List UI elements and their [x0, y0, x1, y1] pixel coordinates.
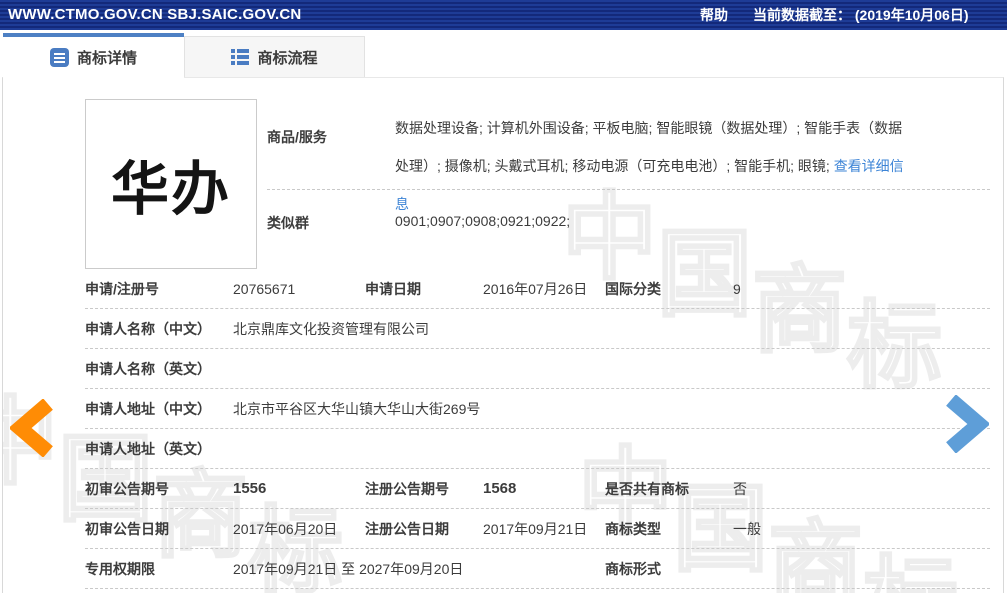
field-value: 北京鼎库文化投资管理有限公司 — [233, 309, 429, 349]
field-label: 商标类型 — [605, 509, 661, 549]
field-label: 专用权期限 — [85, 549, 155, 589]
field-value: 2016年07月26日 — [483, 269, 587, 309]
divider — [267, 189, 990, 190]
next-record-arrow[interactable] — [945, 395, 989, 453]
field-value: 一般 — [733, 509, 761, 549]
tab-detail-label: 商标详情 — [77, 47, 137, 68]
trademark-detail-page: WWW.CTMO.GOV.CN SBJ.SAIC.GOV.CN 帮助 当前数据截… — [0, 0, 1007, 593]
table-row: 申请/注册号 20765671 申请日期 2016年07月26日 国际分类 9 — [85, 269, 990, 309]
field-label: 商标形式 — [605, 549, 661, 589]
previous-record-arrow[interactable] — [10, 399, 54, 457]
similar-group-label: 类似群 — [267, 213, 309, 233]
field-value: 2017年09月21日 — [483, 509, 587, 549]
goods-services-label: 商品/服务 — [267, 127, 327, 147]
detail-panel: 中 国 商 标 中 国 商 标 中 国 商 标 商 华办 商品/服务 — [2, 77, 1004, 593]
field-value: 9 — [733, 269, 741, 309]
field-label: 申请日期 — [365, 269, 421, 309]
table-row: 申请人地址（中文） 北京市平谷区大华山镇大华山大街269号 — [85, 389, 990, 429]
chevron-right-icon — [945, 395, 989, 453]
field-label: 注册公告期号 — [365, 469, 449, 509]
field-value: 1568 — [483, 469, 516, 509]
goods-services-text: 数据处理设备; 计算机外围设备; 平板电脑; 智能眼镜（数据处理）; 智能手表（… — [395, 120, 902, 174]
chevron-left-icon — [10, 399, 54, 457]
detail-content: 华办 商品/服务 数据处理设备; 计算机外围设备; 平板电脑; 智能眼镜（数据处… — [3, 78, 1003, 593]
field-value: 否 — [733, 469, 747, 509]
top-bar: WWW.CTMO.GOV.CN SBJ.SAIC.GOV.CN 帮助 当前数据截… — [0, 0, 1007, 30]
field-label: 国际分类 — [605, 269, 661, 309]
trademark-image-text: 华办 — [111, 142, 231, 226]
table-row: 初审公告期号 1556 注册公告期号 1568 是否共有商标 否 — [85, 469, 990, 509]
table-row: 初审公告日期 2017年06月20日 注册公告日期 2017年09月21日 商标… — [85, 509, 990, 549]
field-label: 申请人地址（中文） — [85, 389, 211, 429]
field-label: 初审公告期号 — [85, 469, 169, 509]
table-row: 申请人名称（英文） — [85, 349, 990, 389]
field-value: 北京市平谷区大华山镇大华山大街269号 — [233, 389, 480, 429]
field-value: 2017年09月21日 至 2027年09月20日 — [233, 549, 463, 589]
field-label: 申请人地址（英文） — [85, 429, 211, 469]
flow-list-icon — [231, 49, 249, 65]
tab-flow-label: 商标流程 — [257, 47, 317, 68]
field-value: 2017年06月20日 — [233, 509, 337, 549]
trademark-image: 华办 — [85, 99, 257, 269]
tab-trademark-flow[interactable]: 商标流程 — [184, 36, 365, 77]
site-title: WWW.CTMO.GOV.CN SBJ.SAIC.GOV.CN — [8, 0, 301, 30]
table-row: 专用权期限 2017年09月21日 至 2027年09月20日 商标形式 — [85, 549, 990, 589]
detail-list-icon — [50, 48, 69, 67]
table-row: 申请人名称（中文） 北京鼎库文化投资管理有限公司 — [85, 309, 990, 349]
field-label: 申请人名称（英文） — [85, 349, 211, 389]
table-row: 申请人地址（英文） — [85, 429, 990, 469]
field-label: 申请人名称（中文） — [85, 309, 211, 349]
field-label: 注册公告日期 — [365, 509, 449, 549]
data-cutoff-label: 当前数据截至： (2019年10月06日) — [753, 0, 969, 30]
field-label: 初审公告日期 — [85, 509, 169, 549]
field-value: 1556 — [233, 469, 266, 509]
tab-trademark-detail[interactable]: 商标详情 — [3, 33, 184, 78]
goods-services-value: 数据处理设备; 计算机外围设备; 平板电脑; 智能眼镜（数据处理）; 智能手表（… — [395, 109, 911, 223]
field-label: 申请/注册号 — [85, 269, 159, 309]
field-label: 是否共有商标 — [605, 469, 689, 509]
similar-group-value: 0901;0907;0908;0921;0922; — [395, 213, 570, 229]
help-link[interactable]: 帮助 — [700, 0, 728, 30]
field-value: 20765671 — [233, 269, 295, 309]
